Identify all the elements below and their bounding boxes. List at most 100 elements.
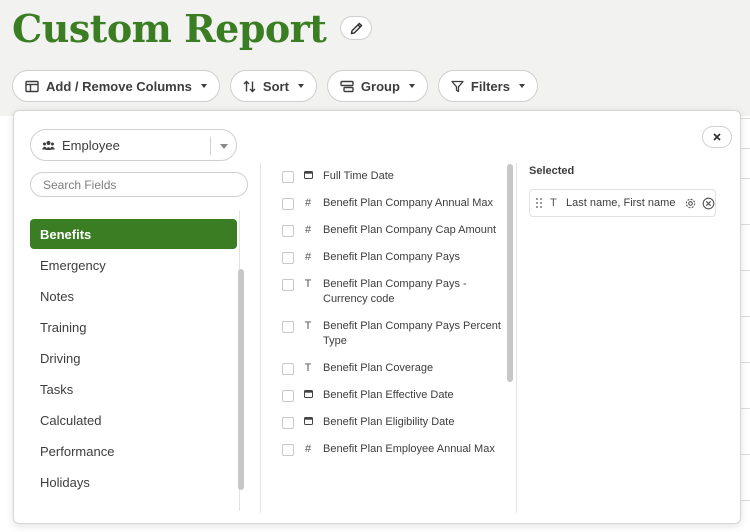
field-checkbox[interactable] <box>282 417 294 429</box>
close-icon <box>713 133 721 141</box>
calendar-icon <box>300 415 316 430</box>
pencil-icon <box>350 22 363 34</box>
filters-button[interactable]: Filters <box>437 70 538 102</box>
selected-heading: Selected <box>529 165 575 177</box>
field-item[interactable]: # Benefit Plan Company Pays <box>282 250 504 265</box>
field-checkbox[interactable] <box>282 390 294 402</box>
report-toolbar: Add / Remove Columns Sort Group Filters <box>12 70 538 102</box>
group-icon <box>340 80 354 92</box>
field-list: Full Time Date # Benefit Plan Company An… <box>282 169 504 469</box>
calendar-icon <box>300 388 316 403</box>
chevron-down-icon <box>518 84 525 88</box>
chevron-down-icon <box>200 84 207 88</box>
entity-select-value: Employee <box>62 137 120 153</box>
field-label: Full Time Date <box>323 170 394 182</box>
field-item[interactable]: # Benefit Plan Company Cap Amount <box>282 223 504 238</box>
field-item[interactable]: Benefit Plan Effective Date <box>282 388 504 403</box>
add-remove-columns-label: Add / Remove Columns <box>46 78 192 94</box>
table-row-divider <box>740 178 750 179</box>
entity-select[interactable]: Employee <box>30 129 237 161</box>
field-label: Benefit Plan Company Pays Percent Type <box>323 320 501 347</box>
fields-scrollbar[interactable] <box>507 164 513 382</box>
field-label: Benefit Plan Effective Date <box>323 389 454 401</box>
field-checkbox[interactable] <box>282 171 294 183</box>
table-row-divider <box>740 224 750 225</box>
filters-label: Filters <box>470 78 510 94</box>
filter-icon <box>451 80 464 92</box>
field-item[interactable]: T Benefit Plan Coverage <box>282 361 504 376</box>
table-row-divider <box>740 118 750 119</box>
category-item-training[interactable]: Training <box>30 312 237 343</box>
select-divider <box>210 137 211 155</box>
number-type-icon: # <box>304 224 312 236</box>
category-item-performance[interactable]: Performance <box>30 436 237 467</box>
search-fields-input[interactable] <box>30 172 248 197</box>
category-item-driving[interactable]: Driving <box>30 343 237 374</box>
settings-gear-icon[interactable] <box>684 197 697 210</box>
calendar-icon <box>300 169 316 184</box>
number-type-icon: # <box>304 197 312 209</box>
add-remove-columns-button[interactable]: Add / Remove Columns <box>12 70 220 102</box>
text-type-icon: T <box>304 278 312 290</box>
table-row-divider <box>740 362 750 363</box>
remove-circle-icon[interactable] <box>702 197 715 210</box>
field-item[interactable]: # Benefit Plan Employee Annual Max <box>282 442 504 457</box>
field-label: Benefit Plan Eligibility Date <box>323 416 455 428</box>
page-header: Custom Report <box>12 4 373 52</box>
field-checkbox[interactable] <box>282 444 294 456</box>
field-checkbox[interactable] <box>282 252 294 264</box>
selected-field-label: Last name, First name <box>566 197 676 209</box>
text-type-icon: T <box>304 320 312 332</box>
table-row-divider <box>740 454 750 455</box>
category-scrollbar[interactable] <box>238 269 244 490</box>
edit-title-button[interactable] <box>340 16 373 40</box>
number-type-icon: # <box>304 251 312 263</box>
category-item-calculated[interactable]: Calculated <box>30 405 237 436</box>
field-checkbox[interactable] <box>282 363 294 375</box>
group-label: Group <box>360 78 400 94</box>
table-row-divider <box>740 408 750 409</box>
table-row-divider <box>740 500 750 501</box>
text-type-icon: T <box>304 362 312 374</box>
chevron-down-icon <box>220 144 228 149</box>
column-divider <box>260 163 261 513</box>
table-row-divider <box>740 270 750 271</box>
field-item[interactable]: T Benefit Plan Company Pays Percent Type <box>282 319 504 349</box>
field-label: Benefit Plan Company Pays <box>323 251 460 263</box>
field-label: Benefit Plan Coverage <box>323 362 434 374</box>
text-type-icon: T <box>550 197 557 209</box>
category-item-tasks[interactable]: Tasks <box>30 374 237 405</box>
field-checkbox[interactable] <box>282 198 294 210</box>
close-button[interactable] <box>702 126 732 148</box>
table-row-divider <box>740 316 750 317</box>
category-item-emergency[interactable]: Emergency <box>30 250 237 281</box>
category-item-notes[interactable]: Notes <box>30 281 237 312</box>
table-row-divider <box>740 148 750 149</box>
field-checkbox[interactable] <box>282 225 294 237</box>
category-item-holidays[interactable]: Holidays <box>30 467 237 498</box>
field-item[interactable]: T Benefit Plan Company Pays - Currency c… <box>282 277 504 307</box>
category-item-benefits[interactable]: Benefits <box>30 219 237 249</box>
group-button[interactable]: Group <box>326 70 428 102</box>
field-item[interactable]: Full Time Date <box>282 169 504 184</box>
number-type-icon: # <box>304 443 312 455</box>
page-title: Custom Report <box>12 5 327 51</box>
field-label: Benefit Plan Company Cap Amount <box>323 224 497 236</box>
category-list: Benefits Emergency Notes Training Drivin… <box>30 219 237 498</box>
chevron-down-icon <box>408 84 415 88</box>
drag-handle-icon[interactable] <box>536 198 542 208</box>
field-checkbox[interactable] <box>282 279 294 291</box>
field-label: Benefit Plan Company Annual Max <box>323 197 493 209</box>
column-divider <box>516 163 517 513</box>
sort-button[interactable]: Sort <box>229 70 317 102</box>
column-picker-panel: Employee Benefits Emergency Notes Traini… <box>13 110 741 524</box>
people-icon <box>42 140 55 150</box>
field-item[interactable]: Benefit Plan Eligibility Date <box>282 415 504 430</box>
field-label: Benefit Plan Employee Annual Max <box>323 443 495 455</box>
field-item[interactable]: # Benefit Plan Company Annual Max <box>282 196 504 211</box>
sort-label: Sort <box>262 78 289 94</box>
field-checkbox[interactable] <box>282 321 294 333</box>
selected-field-item[interactable]: T Last name, First name <box>529 189 716 217</box>
chevron-down-icon <box>297 84 304 88</box>
field-label: Benefit Plan Company Pays - Currency cod… <box>323 278 467 305</box>
